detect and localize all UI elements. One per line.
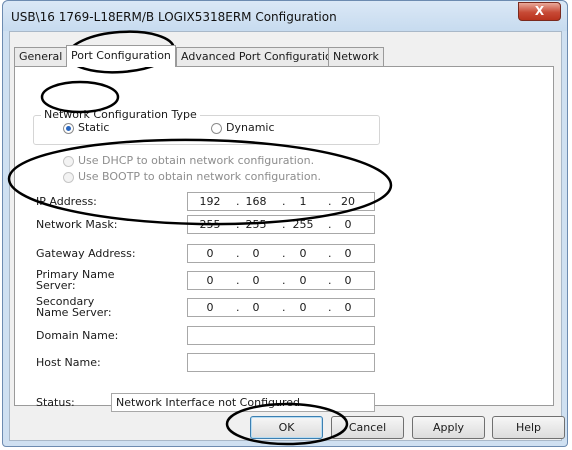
network-configuration-type-legend: Network Configuration Type: [41, 108, 200, 121]
dhcp-label: Use DHCP to obtain network configuration…: [78, 154, 315, 167]
secondary-octet-1: 0: [206, 301, 214, 314]
gateway-octet-1: 0: [206, 247, 214, 260]
cancel-button[interactable]: Cancel: [331, 416, 404, 439]
tab-network[interactable]: Network: [328, 47, 384, 66]
bootp-label: Use BOOTP to obtain network configuratio…: [78, 170, 322, 183]
mask-octet-4: 0: [344, 218, 352, 231]
close-button[interactable]: X: [518, 2, 561, 21]
ip-address-label: IP Address:: [36, 195, 97, 208]
gateway-octet-4: 0: [344, 247, 352, 260]
primary-name-server-field[interactable]: 0 . 0 . 0 . 0: [187, 271, 375, 290]
ip-octet-2: 168: [245, 195, 267, 208]
domain-name-field[interactable]: [187, 326, 375, 345]
status-value: Network Interface not Configured: [111, 393, 375, 412]
ip-octet-1: 192: [199, 195, 221, 208]
tab-advanced-port-configuration[interactable]: Advanced Port Configuration: [176, 47, 344, 66]
mask-octet-3: 255: [292, 218, 314, 231]
mask-octet-1: 255: [199, 218, 221, 231]
help-button[interactable]: Help: [492, 416, 565, 439]
secondary-octet-3: 0: [299, 301, 307, 314]
title-bar[interactable]: USB\16 1769-L18ERM/B LOGIX5318ERM Config…: [3, 1, 567, 31]
secondary-name-server-label: Secondary Name Server:: [36, 295, 112, 319]
secondary-octet-4: 0: [344, 301, 352, 314]
mask-separator: .: [282, 218, 286, 231]
apply-button[interactable]: Apply: [412, 416, 485, 439]
ip-separator: .: [282, 195, 286, 208]
mask-separator: .: [236, 218, 240, 231]
host-name-label: Host Name:: [36, 356, 101, 369]
configuration-dialog: USB\16 1769-L18ERM/B LOGIX5318ERM Config…: [2, 0, 568, 447]
gateway-separator: .: [328, 247, 332, 260]
mask-octet-2: 255: [245, 218, 267, 231]
dynamic-label[interactable]: Dynamic: [226, 121, 275, 134]
domain-name-label: Domain Name:: [36, 329, 119, 342]
gateway-octet-3: 0: [299, 247, 307, 260]
primary-octet-3: 0: [299, 274, 307, 287]
primary-separator: .: [282, 274, 286, 287]
close-icon: X: [534, 4, 545, 18]
secondary-separator: .: [328, 301, 332, 314]
dynamic-radio[interactable]: [211, 123, 222, 134]
primary-octet-1: 0: [206, 274, 214, 287]
static-label[interactable]: Static: [78, 121, 109, 134]
primary-octet-4: 0: [344, 274, 352, 287]
port-configuration-panel: Network Configuration Type Static Dynami…: [14, 66, 554, 412]
primary-separator: .: [328, 274, 332, 287]
gateway-separator: .: [282, 247, 286, 260]
ip-octet-3: 1: [299, 195, 307, 208]
secondary-separator: .: [236, 301, 240, 314]
status-label: Status:: [36, 396, 75, 409]
primary-name-server-label: Primary Name Server:: [36, 268, 115, 292]
ok-button[interactable]: OK: [250, 416, 323, 439]
dialog-client-area: General Port Configuration Advanced Port…: [9, 31, 565, 441]
mask-separator: .: [328, 218, 332, 231]
gateway-address-label: Gateway Address:: [36, 247, 136, 260]
tab-general[interactable]: General: [14, 47, 68, 66]
window-title: USB\16 1769-L18ERM/B LOGIX5318ERM Config…: [11, 10, 337, 24]
network-mask-field[interactable]: 255 . 255 . 255 . 0: [187, 215, 375, 234]
gateway-octet-2: 0: [252, 247, 260, 260]
ip-octet-4: 20: [341, 195, 355, 208]
secondary-name-server-field[interactable]: 0 . 0 . 0 . 0: [187, 298, 375, 317]
ip-separator: .: [328, 195, 332, 208]
gateway-separator: .: [236, 247, 240, 260]
secondary-separator: .: [282, 301, 286, 314]
tab-port-configuration[interactable]: Port Configuration: [66, 45, 176, 67]
bootp-radio[interactable]: [63, 172, 74, 183]
primary-separator: .: [236, 274, 240, 287]
secondary-octet-2: 0: [252, 301, 260, 314]
dhcp-radio[interactable]: [63, 156, 74, 167]
host-name-field[interactable]: [187, 353, 375, 372]
gateway-address-field[interactable]: 0 . 0 . 0 . 0: [187, 244, 375, 263]
network-mask-label: Network Mask:: [36, 218, 118, 231]
ip-separator: .: [236, 195, 240, 208]
ip-address-field[interactable]: 192 . 168 . 1 . 20: [187, 192, 375, 211]
primary-octet-2: 0: [252, 274, 260, 287]
static-radio[interactable]: [63, 123, 74, 134]
